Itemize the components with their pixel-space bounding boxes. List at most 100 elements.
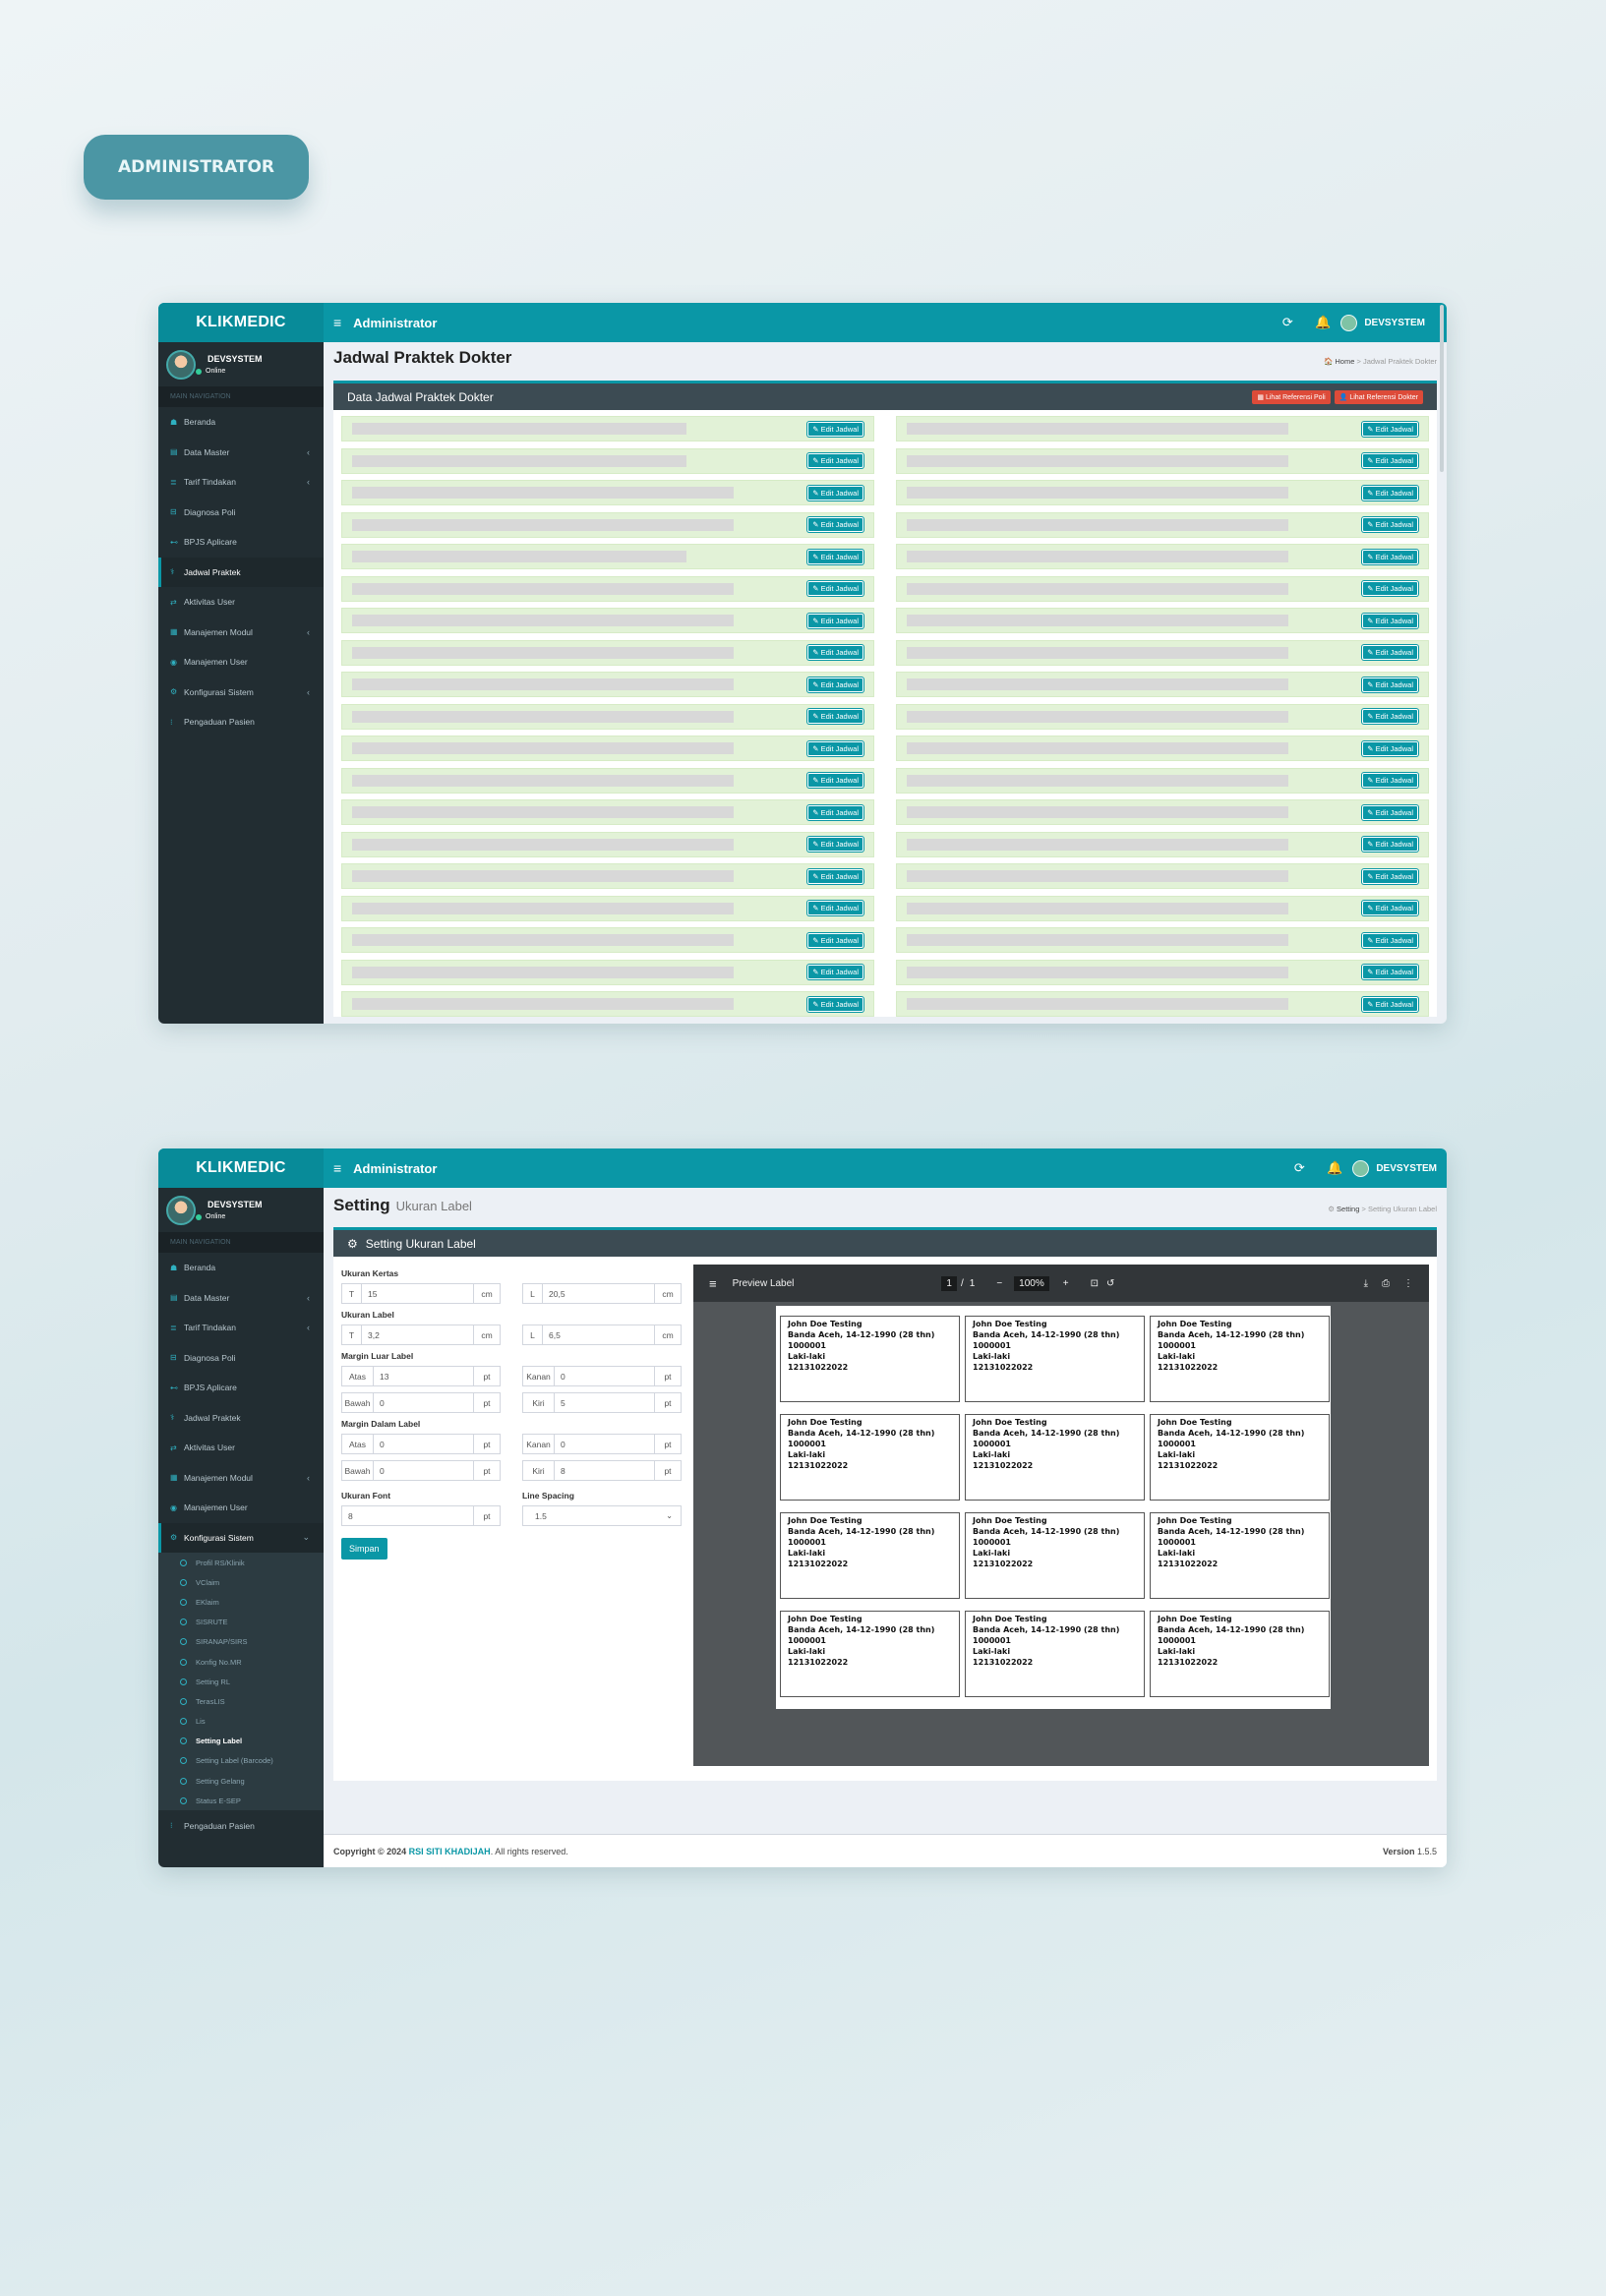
edit-jadwal-button[interactable]: ✎ Edit Jadwal <box>1362 773 1418 788</box>
edit-jadwal-button[interactable]: ✎ Edit Jadwal <box>1362 421 1418 437</box>
edit-jadwal-button[interactable]: ✎ Edit Jadwal <box>807 965 863 979</box>
edit-jadwal-button[interactable]: ✎ Edit Jadwal <box>807 421 863 437</box>
margin-luar-atas-field[interactable]: Atas 13 pt <box>341 1366 501 1386</box>
edit-jadwal-button[interactable]: ✎ Edit Jadwal <box>1362 453 1418 468</box>
edit-jadwal-button[interactable]: ✎ Edit Jadwal <box>807 804 863 820</box>
submenu-item-lis[interactable]: Lis <box>158 1712 324 1732</box>
sidebar-item-diagnosa-poli[interactable]: ⊟ Diagnosa Poli <box>158 1343 324 1374</box>
edit-jadwal-button[interactable]: ✎ Edit Jadwal <box>1362 645 1418 660</box>
sidebar-item-bpjs-aplicare[interactable]: ⊷ BPJS Aplicare <box>158 527 324 558</box>
edit-jadwal-button[interactable]: ✎ Edit Jadwal <box>1362 804 1418 820</box>
edit-jadwal-button[interactable]: ✎ Edit Jadwal <box>807 709 863 724</box>
brand-logo[interactable]: KLIKMEDIC <box>158 303 324 342</box>
submenu-item-profil-rs-klinik[interactable]: Profil RS/Klinik <box>158 1553 324 1572</box>
breadcrumb-setting[interactable]: Setting <box>1337 1205 1359 1213</box>
edit-jadwal-button[interactable]: ✎ Edit Jadwal <box>807 453 863 468</box>
sidebar-item-data-master[interactable]: ▤ Data Master ‹ <box>158 1283 324 1314</box>
more-options-icon[interactable]: ⋮ <box>1403 1278 1413 1289</box>
kertas-tinggi-field[interactable]: T 15 cm <box>341 1283 501 1304</box>
sidebar-item-beranda[interactable]: ☗ Beranda <box>158 1253 324 1283</box>
edit-jadwal-button[interactable]: ✎ Edit Jadwal <box>807 517 863 532</box>
scrollbar[interactable] <box>1440 305 1444 472</box>
kertas-lebar-field[interactable]: L 20,5 cm <box>522 1283 682 1304</box>
sidebar-item-aktivitas-user[interactable]: ⇄ Aktivitas User <box>158 1433 324 1463</box>
edit-jadwal-button[interactable]: ✎ Edit Jadwal <box>1362 677 1418 692</box>
submenu-item-status-e-sep[interactable]: Status E-SEP <box>158 1791 324 1810</box>
sidebar-item-tarif-tindakan[interactable]: ≣ Tarif Tindakan ‹ <box>158 1313 324 1343</box>
sidebar-item-manajemen-user[interactable]: ◉ Manajemen User <box>158 1493 324 1523</box>
refresh-icon[interactable]: ⟳ <box>1281 1160 1317 1176</box>
sidebar-toggle-icon[interactable]: ≡ <box>709 1276 717 1291</box>
user-menu[interactable]: DEVSYSTEM <box>1352 1159 1437 1177</box>
edit-jadwal-button[interactable]: ✎ Edit Jadwal <box>807 837 863 852</box>
edit-jadwal-button[interactable]: ✎ Edit Jadwal <box>1362 709 1418 724</box>
margin-luar-kiri-field[interactable]: Kiri 5 pt <box>522 1392 682 1413</box>
edit-jadwal-button[interactable]: ✎ Edit Jadwal <box>1362 517 1418 532</box>
margin-dalam-atas-field[interactable]: Atas 0 pt <box>341 1434 501 1454</box>
submenu-item-setting-rl[interactable]: Setting RL <box>158 1672 324 1691</box>
sidebar-item-data-master[interactable]: ▤ Data Master ‹ <box>158 438 324 468</box>
submenu-item-vclaim[interactable]: VClaim <box>158 1572 324 1592</box>
margin-dalam-kanan-field[interactable]: Kanan 0 pt <box>522 1434 682 1454</box>
brand-logo[interactable]: KLIKMEDIC <box>158 1148 324 1188</box>
simpan-button[interactable]: Simpan <box>341 1538 387 1560</box>
margin-luar-kanan-field[interactable]: Kanan 0 pt <box>522 1366 682 1386</box>
sidebar-item-konfigurasi-sistem[interactable]: ⚙ Konfigurasi Sistem ⌄ <box>158 1522 324 1553</box>
edit-jadwal-button[interactable]: ✎ Edit Jadwal <box>1362 549 1418 564</box>
edit-jadwal-button[interactable]: ✎ Edit Jadwal <box>1362 837 1418 852</box>
edit-jadwal-button[interactable]: ✎ Edit Jadwal <box>807 932 863 948</box>
edit-jadwal-button[interactable]: ✎ Edit Jadwal <box>1362 932 1418 948</box>
submenu-item-setting-label-barcode-[interactable]: Setting Label (Barcode) <box>158 1751 324 1771</box>
fit-page-icon[interactable]: ⊡ <box>1091 1278 1099 1289</box>
submenu-item-siranap-sirs[interactable]: SIRANAP/SIRS <box>158 1632 324 1652</box>
edit-jadwal-button[interactable]: ✎ Edit Jadwal <box>807 868 863 884</box>
sidebar-item-konfigurasi-sistem[interactable]: ⚙ Konfigurasi Sistem ‹ <box>158 677 324 708</box>
bell-icon[interactable]: 🔔 <box>1317 1160 1352 1176</box>
edit-jadwal-button[interactable]: ✎ Edit Jadwal <box>807 773 863 788</box>
edit-jadwal-button[interactable]: ✎ Edit Jadwal <box>1362 965 1418 979</box>
edit-jadwal-button[interactable]: ✎ Edit Jadwal <box>807 740 863 756</box>
submenu-item-eklaim[interactable]: EKlaim <box>158 1592 324 1612</box>
edit-jadwal-button[interactable]: ✎ Edit Jadwal <box>1362 996 1418 1012</box>
edit-jadwal-button[interactable]: ✎ Edit Jadwal <box>1362 868 1418 884</box>
edit-jadwal-button[interactable]: ✎ Edit Jadwal <box>807 677 863 692</box>
edit-jadwal-button[interactable]: ✎ Edit Jadwal <box>1362 581 1418 596</box>
edit-jadwal-button[interactable]: ✎ Edit Jadwal <box>1362 613 1418 628</box>
font-size-field[interactable]: 8 pt <box>341 1505 501 1526</box>
zoom-out-icon[interactable]: − <box>996 1278 1002 1289</box>
submenu-item-konfig-no-mr[interactable]: Konfig No.MR <box>158 1652 324 1672</box>
sidebar-item-aktivitas-user[interactable]: ⇄ Aktivitas User <box>158 587 324 618</box>
rotate-icon[interactable]: ↺ <box>1106 1278 1114 1289</box>
edit-jadwal-button[interactable]: ✎ Edit Jadwal <box>807 485 863 500</box>
user-menu[interactable]: DEVSYSTEM <box>1340 314 1425 331</box>
submenu-item-teraslis[interactable]: TerasLIS <box>158 1691 324 1711</box>
submenu-item-sisrute[interactable]: SISRUTE <box>158 1613 324 1632</box>
lihat-referensi-dokter-button[interactable]: 👤 Lihat Referensi Dokter <box>1334 389 1423 404</box>
margin-dalam-kiri-field[interactable]: Kiri 8 pt <box>522 1460 682 1481</box>
sidebar-item-pengaduan-pasien[interactable]: ⁝ Pengaduan Pasien <box>158 1810 324 1841</box>
sidebar-item-jadwal-praktek[interactable]: ⚕ Jadwal Praktek <box>158 1403 324 1434</box>
edit-jadwal-button[interactable]: ✎ Edit Jadwal <box>807 901 863 915</box>
bell-icon[interactable]: 🔔 <box>1305 315 1340 330</box>
lihat-referensi-poli-button[interactable]: ▦ Lihat Referensi Poli <box>1252 389 1331 404</box>
edit-jadwal-button[interactable]: ✎ Edit Jadwal <box>807 581 863 596</box>
submenu-item-setting-gelang[interactable]: Setting Gelang <box>158 1771 324 1791</box>
submenu-item-setting-label[interactable]: Setting Label <box>158 1732 324 1751</box>
zoom-level[interactable]: 100% <box>1014 1275 1049 1291</box>
sidebar-item-tarif-tindakan[interactable]: ≣ Tarif Tindakan ‹ <box>158 467 324 498</box>
breadcrumb-home[interactable]: Home <box>1335 357 1354 366</box>
edit-jadwal-button[interactable]: ✎ Edit Jadwal <box>807 549 863 564</box>
page-number-input[interactable]: 1 <box>941 1275 957 1291</box>
edit-jadwal-button[interactable]: ✎ Edit Jadwal <box>1362 740 1418 756</box>
margin-dalam-bawah-field[interactable]: Bawah 0 pt <box>341 1460 501 1481</box>
sidebar-item-manajemen-user[interactable]: ◉ Manajemen User <box>158 647 324 677</box>
sidebar-item-diagnosa-poli[interactable]: ⊟ Diagnosa Poli <box>158 498 324 528</box>
download-icon[interactable]: ⤓ <box>1364 1278 1368 1289</box>
refresh-icon[interactable]: ⟳ <box>1270 315 1305 330</box>
edit-jadwal-button[interactable]: ✎ Edit Jadwal <box>807 613 863 628</box>
sidebar-item-manajemen-modul[interactable]: ▦ Manajemen Modul ‹ <box>158 1463 324 1494</box>
margin-luar-bawah-field[interactable]: Bawah 0 pt <box>341 1392 501 1413</box>
label-tinggi-field[interactable]: T 3,2 cm <box>341 1325 501 1345</box>
sidebar-item-jadwal-praktek[interactable]: ⚕ Jadwal Praktek <box>158 557 324 587</box>
zoom-in-icon[interactable]: + <box>1063 1278 1069 1289</box>
